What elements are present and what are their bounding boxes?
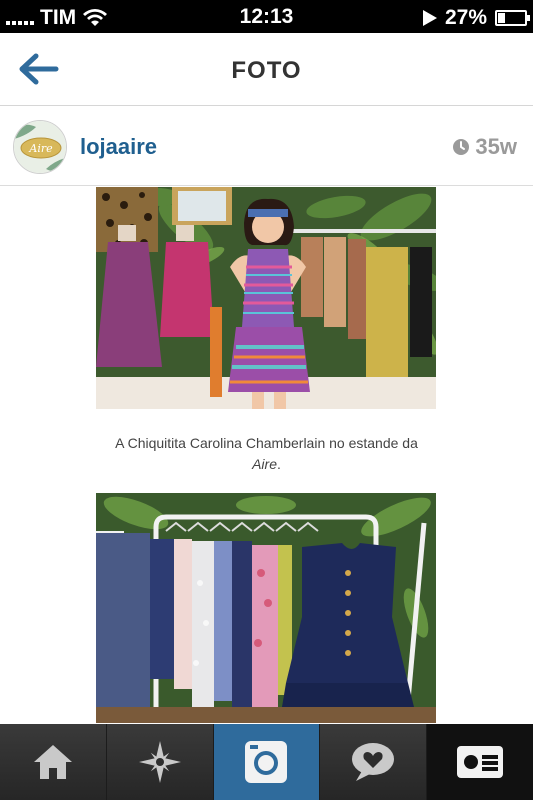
caption-text: A Chiquitita Carolina Chamberlain no est…: [115, 435, 418, 451]
post-age: 35w: [452, 134, 517, 160]
photo-caption: A Chiquitita Carolina Chamberlain no est…: [70, 433, 463, 475]
caption-brand: Aire: [252, 456, 277, 472]
battery-group: 27%: [422, 6, 530, 30]
tab-explore[interactable]: [105, 724, 213, 800]
post-header: Aire lojaaire 35w: [0, 107, 533, 186]
avatar-text: Aire: [28, 142, 53, 155]
navigation-bar: FOTO: [0, 33, 533, 106]
post-photo-girl[interactable]: [96, 187, 436, 409]
photo-image-rack: [96, 493, 436, 723]
post-photo-rack[interactable]: [96, 493, 436, 723]
tab-profile[interactable]: [426, 724, 533, 800]
tab-camera[interactable]: [212, 724, 320, 800]
post-content[interactable]: A Chiquitita Carolina Chamberlain no est…: [0, 187, 533, 723]
play-icon: [422, 10, 437, 26]
status-bar: TIM 12:13 27%: [0, 0, 533, 33]
activity-heart-icon: [352, 743, 395, 781]
battery-percent: 27%: [444, 6, 487, 29]
explore-star-icon: [138, 741, 181, 783]
tab-activity[interactable]: [319, 724, 427, 800]
tab-home[interactable]: [0, 724, 106, 800]
battery-icon: [495, 10, 530, 26]
clock-icon: [453, 139, 470, 155]
username-link[interactable]: lojaaire: [80, 134, 157, 160]
profile-card-icon: [457, 746, 504, 778]
photo-image: [96, 187, 436, 409]
avatar-logo: Aire: [14, 121, 66, 173]
camera-icon: [245, 741, 288, 783]
back-button[interactable]: [18, 53, 60, 85]
arrow-left-icon: [19, 53, 59, 85]
tab-bar: [0, 724, 533, 800]
page-title: FOTO: [231, 57, 302, 84]
time-ago-label: 35w: [475, 134, 517, 159]
avatar[interactable]: Aire: [13, 120, 67, 174]
home-icon: [33, 745, 72, 779]
caption-period: .: [277, 456, 281, 472]
